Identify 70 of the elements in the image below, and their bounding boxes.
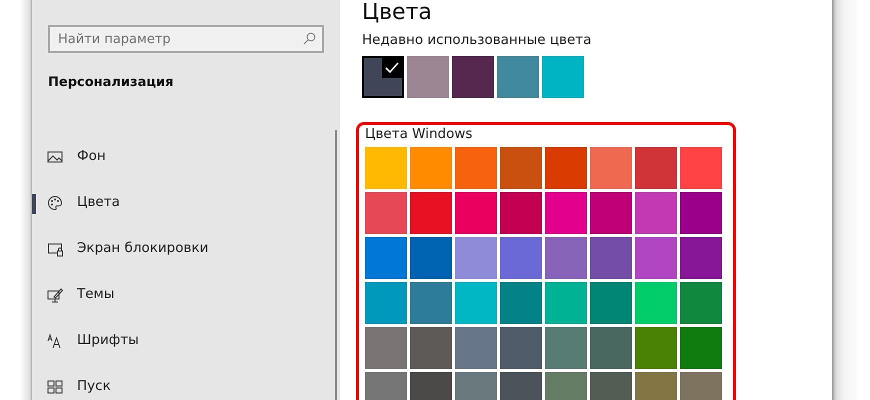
color-swatch[interactable] [365, 147, 407, 190]
nav-label: Фон [77, 147, 106, 166]
nav-label: Экран блокировки [77, 239, 208, 258]
color-swatch[interactable] [410, 237, 452, 280]
search-field[interactable]: Найти параметр [48, 25, 324, 53]
nav-label: Шрифты [77, 331, 139, 350]
nav-item[interactable]: Темы [32, 272, 340, 318]
letters-icon [47, 332, 63, 348]
color-swatch[interactable] [455, 192, 497, 234]
color-swatch[interactable] [365, 237, 407, 280]
palette-icon [47, 194, 63, 210]
color-swatch[interactable] [500, 282, 542, 324]
color-swatch[interactable] [545, 147, 587, 190]
color-swatch[interactable] [680, 327, 722, 370]
color-swatch[interactable] [635, 237, 677, 280]
color-swatch[interactable] [542, 56, 584, 98]
tiles-icon [47, 378, 63, 394]
color-swatch[interactable] [455, 282, 497, 324]
color-swatch[interactable] [500, 327, 542, 370]
color-swatch[interactable] [407, 56, 449, 98]
color-swatch[interactable] [410, 282, 452, 324]
picture-icon [47, 148, 63, 164]
color-swatch[interactable] [500, 237, 542, 280]
color-swatch[interactable] [590, 192, 632, 234]
page-title: Цвета [362, 0, 433, 26]
color-swatch[interactable] [590, 327, 632, 370]
color-swatch[interactable] [635, 327, 677, 370]
section-heading: Персонализация [48, 74, 174, 92]
color-swatch[interactable] [680, 192, 722, 234]
paintbrush-monitor-icon [47, 286, 63, 302]
color-swatch[interactable] [497, 56, 539, 98]
nav-item[interactable]: Шрифты [32, 318, 340, 364]
color-swatch[interactable] [365, 192, 407, 234]
color-swatch[interactable] [410, 327, 452, 370]
color-swatch[interactable] [590, 237, 632, 280]
nav-label: Пуск [77, 377, 111, 396]
color-swatch[interactable] [410, 147, 452, 190]
nav-item[interactable]: Экран блокировки [32, 226, 340, 272]
lock-screen-icon [47, 240, 63, 256]
color-swatch[interactable] [455, 237, 497, 280]
color-swatch[interactable] [635, 192, 677, 234]
color-swatch[interactable] [455, 327, 497, 370]
color-swatch[interactable] [410, 192, 452, 234]
color-swatch[interactable] [635, 147, 677, 190]
color-swatch[interactable] [362, 56, 404, 98]
scrollbar-thumb[interactable] [335, 130, 337, 400]
section-label: Недавно использованные цвета [362, 31, 592, 50]
color-swatch[interactable] [545, 282, 587, 324]
color-swatch[interactable] [680, 237, 722, 280]
color-swatch[interactable] [635, 282, 677, 324]
color-swatch[interactable] [545, 327, 587, 370]
color-swatch[interactable] [455, 147, 497, 190]
nav-label: Цвета [77, 193, 120, 212]
color-swatch[interactable] [680, 282, 722, 324]
nav-item[interactable]: Цвета [32, 180, 340, 226]
color-swatch[interactable] [545, 237, 587, 280]
nav-item[interactable]: Фон [32, 134, 340, 180]
color-swatch[interactable] [590, 282, 632, 324]
color-swatch[interactable] [500, 147, 542, 190]
search-icon[interactable] [303, 32, 316, 45]
color-swatch[interactable] [590, 147, 632, 190]
color-swatch[interactable] [365, 327, 407, 370]
color-swatch[interactable] [365, 282, 407, 324]
nav-item[interactable]: Пуск [32, 364, 340, 400]
color-swatch[interactable] [545, 192, 587, 234]
color-swatch[interactable] [680, 147, 722, 190]
color-swatch[interactable] [452, 56, 494, 98]
color-swatch[interactable] [500, 192, 542, 234]
nav-label: Темы [77, 285, 114, 304]
section-label: Цвета Windows [365, 125, 474, 144]
